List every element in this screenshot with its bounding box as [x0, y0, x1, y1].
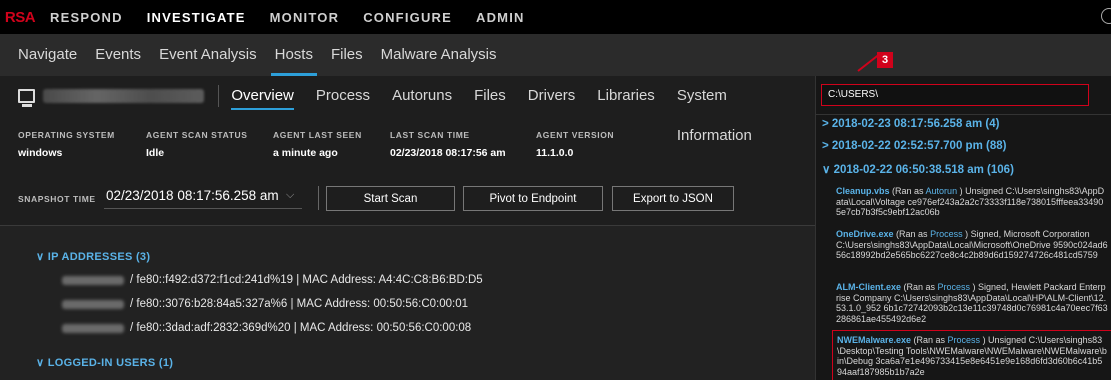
list-item-highlighted[interactable]: NWEMalware.exe (Ran as Process ) Unsigne…: [832, 330, 1111, 380]
pivot-to-endpoint-button[interactable]: Pivot to Endpoint: [463, 186, 603, 211]
file-name[interactable]: Cleanup.vbs: [836, 186, 890, 196]
info-operating-system: OPERATING SYSTEM windows: [18, 130, 115, 159]
info-label: AGENT VERSION: [536, 130, 615, 140]
info-value: windows: [18, 147, 63, 159]
host-tab-files[interactable]: Files: [474, 76, 506, 116]
file-name[interactable]: OneDrive.exe: [836, 229, 894, 239]
ip-addresses-header[interactable]: ∨ IP ADDRESSES (3): [36, 250, 150, 263]
ip-row-text: / fe80::3dad:adf:2832:369d%20 | MAC Addr…: [130, 322, 472, 334]
nav-respond[interactable]: RESPOND: [50, 10, 123, 25]
info-value: Idle: [146, 147, 165, 159]
info-label: AGENT SCAN STATUS: [146, 130, 248, 140]
tab-hosts[interactable]: Hosts: [270, 34, 318, 76]
ipv4-redacted: [62, 275, 124, 285]
nav-investigate[interactable]: INVESTIGATE: [147, 10, 246, 25]
callout-marker: 3: [877, 52, 893, 68]
snapshot-group[interactable]: ∨ 2018-02-22 06:50:38.518 am (106): [822, 162, 1014, 176]
info-label: LAST SCAN TIME: [390, 130, 470, 140]
snapshot-underline: [104, 208, 302, 209]
host-header: Overview Process Autoruns Files Drivers …: [0, 76, 815, 144]
host-tab-libraries[interactable]: Libraries: [597, 76, 655, 116]
ran-as-link[interactable]: Process: [930, 229, 963, 239]
ran-as-link[interactable]: Process: [948, 335, 981, 345]
investigate-subnav: Navigate Events Event Analysis Hosts Fil…: [0, 34, 1111, 76]
host-tab-process[interactable]: Process: [316, 76, 370, 116]
nav-monitor[interactable]: MONITOR: [270, 10, 340, 25]
ip-row-text: / fe80::3076:b28:84a5:327a%6 | MAC Addre…: [130, 298, 469, 310]
ipv4-redacted: [62, 299, 124, 309]
info-last-scan-time: LAST SCAN TIME 02/23/2018 08:17:56 am: [390, 130, 506, 159]
divider: [816, 114, 1111, 115]
ip-row-text: / fe80::f492:d372:f1cd:241d%19 | MAC Add…: [130, 274, 483, 286]
info-agent-version: AGENT VERSION 11.1.0.0: [536, 130, 614, 159]
info-value: 11.1.0.0: [536, 147, 574, 159]
export-to-json-button[interactable]: Export to JSON: [612, 186, 734, 211]
info-agent-scan-status: AGENT SCAN STATUS Idle: [146, 130, 248, 159]
hostname-redacted: [42, 89, 205, 103]
monitor-icon: [18, 89, 35, 107]
top-nav-bar: RSA RESPOND INVESTIGATE MONITOR CONFIGUR…: [0, 0, 1111, 34]
ip-row: / fe80::3076:b28:84a5:327a%6 | MAC Addre…: [62, 298, 468, 310]
ip-row: / fe80::f492:d372:f1cd:241d%19 | MAC Add…: [62, 274, 483, 286]
tab-files[interactable]: Files: [331, 34, 363, 76]
divider: [218, 85, 220, 107]
chevron-down-icon[interactable]: ⌵: [286, 189, 294, 202]
logged-in-users-header[interactable]: ∨ LOGGED-IN USERS (1): [36, 356, 173, 369]
snapshot-group[interactable]: > 2018-02-22 02:52:57.700 pm (88): [822, 140, 1006, 152]
search-input[interactable]: C:\USERS\: [821, 84, 1089, 106]
tab-event-analysis[interactable]: Event Analysis: [159, 34, 257, 76]
ipv4-redacted: [62, 323, 124, 333]
tab-malware-analysis[interactable]: Malware Analysis: [381, 34, 497, 76]
entry-text: (Ran as: [889, 186, 926, 196]
divider: [318, 186, 319, 210]
list-item[interactable]: ALM-Client.exe (Ran as Process ) Signed,…: [836, 282, 1108, 324]
nav-admin[interactable]: ADMIN: [476, 10, 525, 25]
user-icon[interactable]: [1101, 8, 1111, 24]
snapshot-time-label: SNAPSHOT TIME: [18, 194, 96, 204]
right-panel: C:\USERS\ > 2018-02-23 08:17:56.258 am (…: [815, 76, 1111, 380]
info-value: a minute ago: [273, 147, 338, 159]
start-scan-button[interactable]: Start Scan: [326, 186, 455, 211]
info-agent-last-seen: AGENT LAST SEEN a minute ago: [273, 130, 362, 159]
list-item[interactable]: OneDrive.exe (Ran as Process ) Signed, M…: [836, 229, 1108, 261]
nav-configure[interactable]: CONFIGURE: [363, 10, 452, 25]
file-name[interactable]: ALM-Client.exe: [836, 282, 901, 292]
ran-as-link[interactable]: Process: [938, 282, 971, 292]
info-value: 02/23/2018 08:17:56 am: [390, 147, 506, 159]
file-name[interactable]: NWEMalware.exe: [837, 335, 911, 345]
tab-events[interactable]: Events: [95, 34, 141, 76]
list-item[interactable]: Cleanup.vbs (Ran as Autorun ) Unsigned C…: [836, 186, 1108, 218]
info-label: OPERATING SYSTEM: [18, 130, 115, 140]
tab-navigate[interactable]: Navigate: [18, 34, 77, 76]
ip-row: / fe80::3dad:adf:2832:369d%20 | MAC Addr…: [62, 322, 471, 334]
host-tab-autoruns[interactable]: Autoruns: [392, 76, 452, 116]
callout-anchor: 3: [820, 52, 893, 85]
rsa-logo: RSA: [4, 8, 36, 26]
info-label: AGENT LAST SEEN: [273, 130, 362, 140]
ran-as-link[interactable]: Autorun: [926, 186, 958, 196]
entry-text: (Ran as: [911, 335, 948, 345]
snapshot-time-select[interactable]: 02/23/2018 08:17:56.258 am: [106, 188, 279, 203]
entry-text: (Ran as: [901, 282, 938, 292]
entry-text: (Ran as: [893, 229, 931, 239]
snapshot-group[interactable]: > 2018-02-23 08:17:56.258 am (4): [822, 118, 999, 130]
host-tab-overview[interactable]: Overview: [231, 76, 294, 116]
host-tab-drivers[interactable]: Drivers: [528, 76, 576, 116]
host-tab-system-information[interactable]: System Information: [677, 76, 793, 144]
